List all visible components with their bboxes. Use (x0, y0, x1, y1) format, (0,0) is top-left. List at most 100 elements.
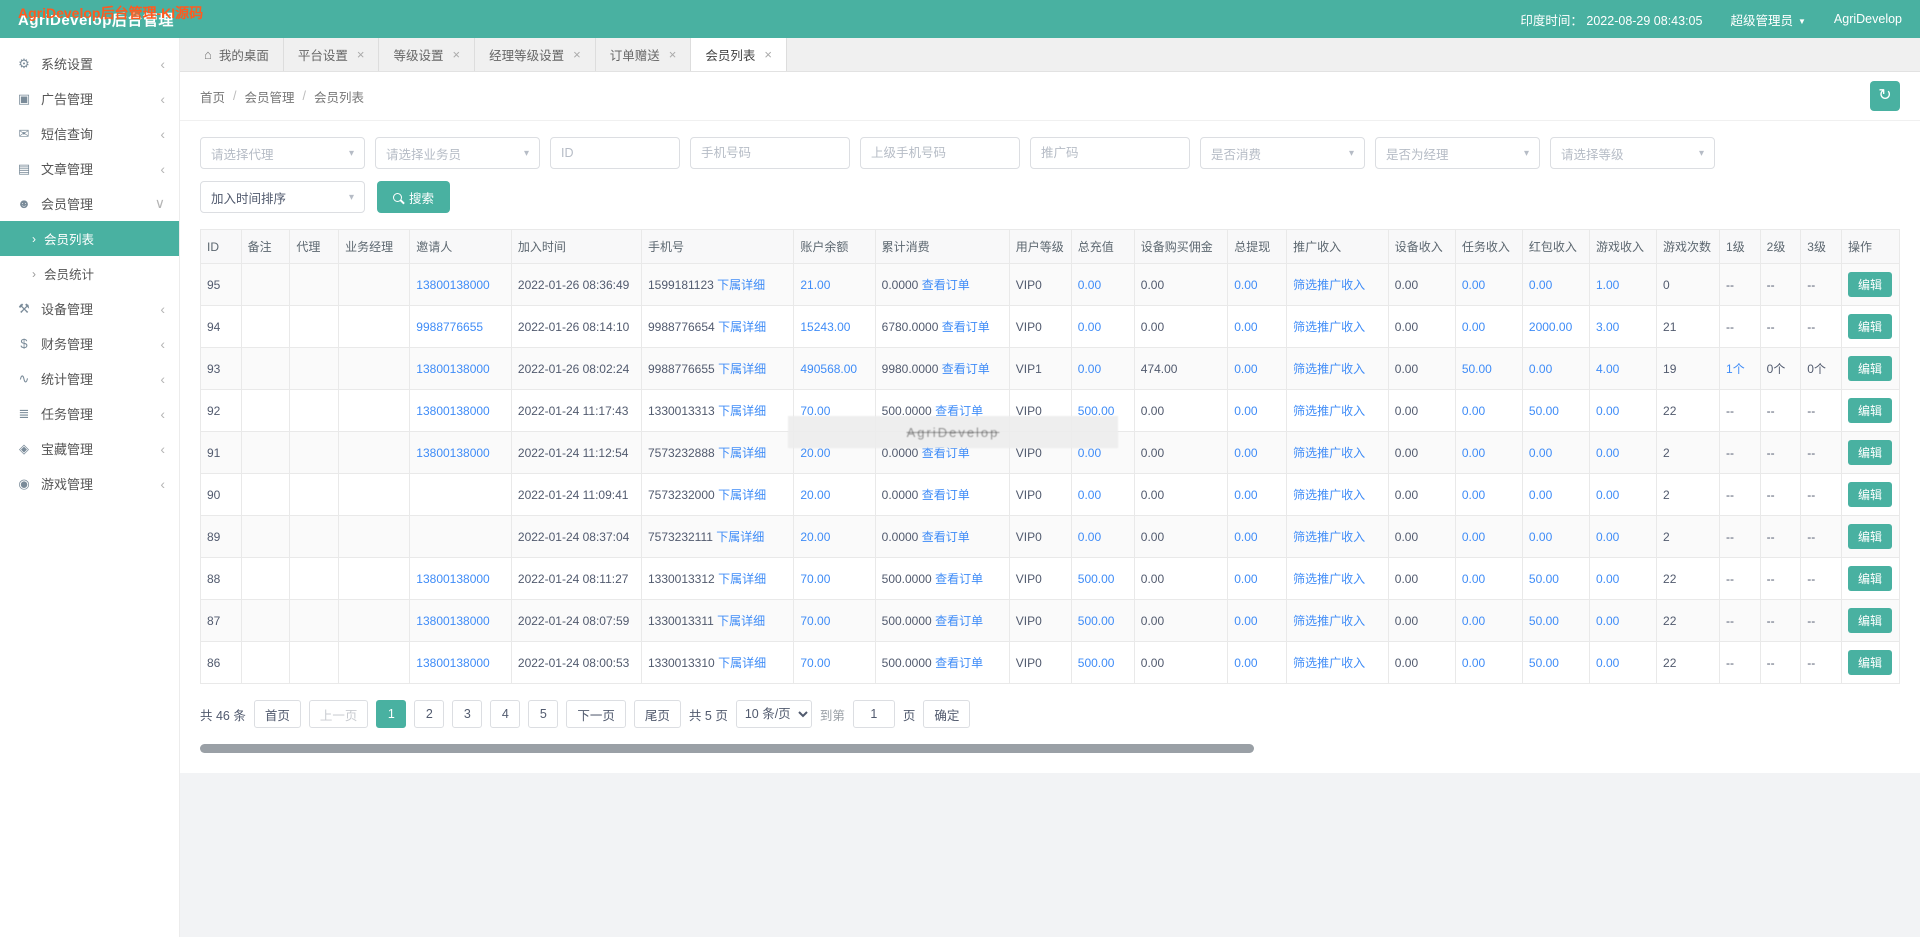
page-button-2[interactable]: 2 (414, 700, 444, 728)
close-icon[interactable]: × (669, 47, 677, 62)
edit-button[interactable]: 编辑 (1848, 314, 1892, 339)
view-order-link[interactable]: 查看订单 (922, 278, 970, 292)
sidebar-item-game-management[interactable]: ◉游戏管理‹ (0, 466, 179, 501)
filter-promo-link[interactable]: 筛选推广收入 (1293, 362, 1365, 376)
inviter-link[interactable]: 13800138000 (416, 572, 489, 586)
level-count-link[interactable]: 1个 (1726, 362, 1745, 376)
tab-0[interactable]: ⌂我的桌面 (190, 38, 284, 71)
scrollbar-thumb[interactable] (200, 744, 1254, 753)
edit-button[interactable]: 编辑 (1848, 440, 1892, 465)
sidebar-item-ad-management[interactable]: ▣广告管理‹ (0, 81, 179, 116)
filter-promo-link[interactable]: 筛选推广收入 (1293, 320, 1365, 334)
filter-select-8[interactable]: 请选择等级▾ (1550, 137, 1715, 169)
inviter-link[interactable]: 13800138000 (416, 404, 489, 418)
edit-button[interactable]: 编辑 (1848, 398, 1892, 423)
page-button-4[interactable]: 4 (490, 700, 520, 728)
sub-detail-link[interactable]: 下属详细 (717, 278, 765, 292)
breadcrumb-item-1[interactable]: 会员管理 (245, 87, 295, 106)
tab-1[interactable]: 平台设置× (284, 38, 380, 71)
filter-select-1[interactable]: 请选择业务员▾ (375, 137, 540, 169)
tab-3[interactable]: 经理等级设置× (475, 38, 596, 71)
close-icon[interactable]: × (453, 47, 461, 62)
edit-button[interactable]: 编辑 (1848, 608, 1892, 633)
sub-detail-link[interactable]: 下属详细 (718, 488, 766, 502)
edit-button[interactable]: 编辑 (1848, 566, 1892, 591)
view-order-link[interactable]: 查看订单 (922, 446, 970, 460)
confirm-goto-button[interactable]: 确定 (923, 700, 970, 728)
goto-page-input[interactable] (853, 700, 895, 728)
sidebar-item-finance-management[interactable]: $财务管理‹ (0, 326, 179, 361)
tab-2[interactable]: 等级设置× (379, 38, 475, 71)
next-page-button[interactable]: 下一页 (566, 700, 626, 728)
sub-detail-link[interactable]: 下属详细 (718, 572, 766, 586)
sub-detail-link[interactable]: 下属详细 (718, 446, 766, 460)
edit-button[interactable]: 编辑 (1848, 650, 1892, 675)
sub-detail-link[interactable]: 下属详细 (717, 614, 765, 628)
sub-detail-link[interactable]: 下属详细 (718, 404, 766, 418)
filter-promo-link[interactable]: 筛选推广收入 (1293, 656, 1365, 670)
page-button-5[interactable]: 5 (528, 700, 558, 728)
sidebar-item-task-management[interactable]: ≣任务管理‹ (0, 396, 179, 431)
filter-input-3[interactable] (690, 137, 850, 169)
view-order-link[interactable]: 查看订单 (935, 656, 983, 670)
filter-promo-link[interactable]: 筛选推广收入 (1293, 278, 1365, 292)
inviter-link[interactable]: 13800138000 (416, 362, 489, 376)
filter-promo-link[interactable]: 筛选推广收入 (1293, 446, 1365, 460)
filter-promo-link[interactable]: 筛选推广收入 (1293, 404, 1365, 418)
search-button[interactable]: 搜索 (377, 181, 450, 213)
filter-promo-link[interactable]: 筛选推广收入 (1293, 572, 1365, 586)
horizontal-scrollbar[interactable] (200, 744, 1900, 753)
per-page-select[interactable]: 10 条/页 (736, 700, 812, 728)
first-page-button[interactable]: 首页 (254, 700, 301, 728)
filter-promo-link[interactable]: 筛选推广收入 (1293, 488, 1365, 502)
filter-input-4[interactable] (860, 137, 1020, 169)
close-icon[interactable]: × (357, 47, 365, 62)
view-order-link[interactable]: 查看订单 (922, 488, 970, 502)
filter-select-6[interactable]: 是否消费▾ (1200, 137, 1365, 169)
sub-detail-link[interactable]: 下属详细 (718, 656, 766, 670)
sidebar-item-article-management[interactable]: ▤文章管理‹ (0, 151, 179, 186)
sidebar-subitem-1[interactable]: ›会员统计 (0, 256, 179, 291)
sidebar-item-sms-query[interactable]: ✉短信查询‹ (0, 116, 179, 151)
filter-promo-link[interactable]: 筛选推广收入 (1293, 614, 1365, 628)
view-order-link[interactable]: 查看订单 (935, 614, 983, 628)
view-order-link[interactable]: 查看订单 (935, 572, 983, 586)
inviter-link[interactable]: 9988776655 (416, 320, 483, 334)
close-icon[interactable]: × (764, 47, 772, 62)
sidebar-item-system-settings[interactable]: ⚙系统设置‹ (0, 46, 179, 81)
edit-button[interactable]: 编辑 (1848, 482, 1892, 507)
sort-select[interactable]: 加入时间排序 ▾ (200, 181, 365, 213)
inviter-link[interactable]: 13800138000 (416, 656, 489, 670)
tab-5[interactable]: 会员列表× (691, 38, 787, 71)
last-page-button[interactable]: 尾页 (634, 700, 681, 728)
sub-detail-link[interactable]: 下属详细 (716, 530, 764, 544)
sidebar-subitem-0[interactable]: ›会员列表 (0, 221, 179, 256)
user-role-dropdown[interactable]: 超级管理员▼ (1730, 10, 1805, 29)
view-order-link[interactable]: 查看订单 (942, 362, 990, 376)
sidebar-item-member-management[interactable]: ☻会员管理∨ (0, 186, 179, 221)
inviter-link[interactable]: 13800138000 (416, 446, 489, 460)
page-button-1[interactable]: 1 (376, 700, 406, 728)
view-order-link[interactable]: 查看订单 (935, 404, 983, 418)
filter-input-2[interactable] (550, 137, 680, 169)
filter-input-5[interactable] (1030, 137, 1190, 169)
refresh-button[interactable]: ↻ (1870, 81, 1900, 111)
inviter-link[interactable]: 13800138000 (416, 614, 489, 628)
breadcrumb-item-0[interactable]: 首页 (200, 87, 225, 106)
close-icon[interactable]: × (573, 47, 581, 62)
sidebar-item-device-management[interactable]: ⚒设备管理‹ (0, 291, 179, 326)
sidebar-item-stats-management[interactable]: ∿统计管理‹ (0, 361, 179, 396)
tab-4[interactable]: 订单赠送× (596, 38, 692, 71)
view-order-link[interactable]: 查看订单 (922, 530, 970, 544)
sidebar-item-treasure-management[interactable]: ◈宝藏管理‹ (0, 431, 179, 466)
edit-button[interactable]: 编辑 (1848, 524, 1892, 549)
filter-promo-link[interactable]: 筛选推广收入 (1293, 530, 1365, 544)
edit-button[interactable]: 编辑 (1848, 356, 1892, 381)
filter-select-7[interactable]: 是否为经理▾ (1375, 137, 1540, 169)
sub-detail-link[interactable]: 下属详细 (718, 320, 766, 334)
filter-select-0[interactable]: 请选择代理▾ (200, 137, 365, 169)
sub-detail-link[interactable]: 下属详细 (718, 362, 766, 376)
edit-button[interactable]: 编辑 (1848, 272, 1892, 297)
view-order-link[interactable]: 查看订单 (942, 320, 990, 334)
page-button-3[interactable]: 3 (452, 700, 482, 728)
